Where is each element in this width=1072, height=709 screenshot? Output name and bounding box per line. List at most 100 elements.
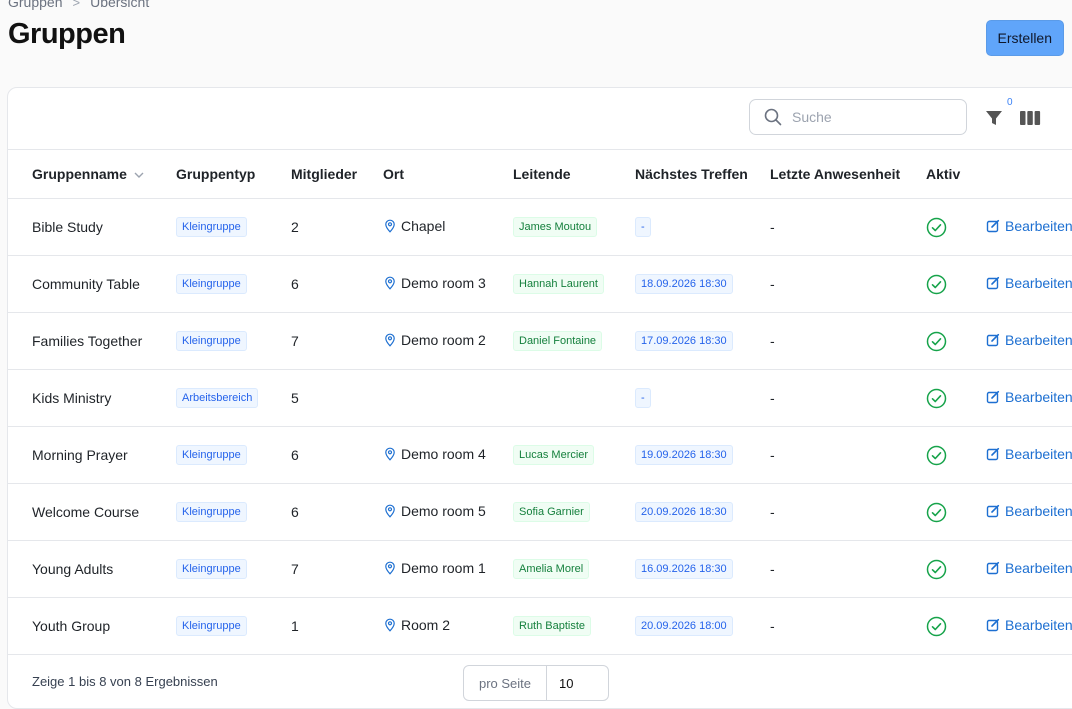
member-count: 1 [291,597,383,655]
group-name[interactable]: Morning Prayer [8,426,176,484]
active-cell [926,540,986,598]
next-meeting-badge: 19.09.2026 18:30 [635,445,733,465]
search-field[interactable] [749,99,967,135]
edit-button[interactable]: Bearbeiten [986,218,1072,234]
breadcrumb-item-overview: Übersicht [90,0,150,10]
column-header-members[interactable]: Mitglieder [291,150,383,199]
group-name[interactable]: Young Adults [8,540,176,598]
location-cell: Demo room 2 [383,312,513,370]
member-count: 7 [291,312,383,370]
groups-table: Gruppenname Gruppentyp Mitglieder Ort Le… [8,150,1072,655]
edit-button[interactable]: Bearbeiten [986,332,1072,348]
last-attendance: - [770,597,926,655]
group-type-cell: Kleingruppe [176,312,291,370]
location-cell: Demo room 5 [383,483,513,541]
leader-badge[interactable]: Sofia Garnier [513,502,590,522]
table-row[interactable]: Morning Prayer Kleingruppe 6 Demo room 4 Luc… [8,426,1072,484]
next-meeting-badge: 20.09.2026 18:00 [635,616,733,636]
column-header-active[interactable]: Aktiv [926,150,986,199]
group-type-badge: Kleingruppe [176,274,247,294]
leader-badge[interactable]: Ruth Baptiste [513,616,592,636]
edit-button[interactable]: Bearbeiten [986,617,1072,633]
chevron-down-icon [134,172,144,179]
column-header-next-meeting[interactable]: Nächstes Treffen [635,150,770,199]
group-name[interactable]: Community Table [8,255,176,313]
group-name[interactable]: Bible Study [8,198,176,256]
edit-label: Bearbeiten [1005,617,1072,633]
member-count: 6 [291,426,383,484]
edit-icon [986,618,1000,632]
column-header-leaders[interactable]: Leitende [513,150,635,199]
actions-cell: Bearbeiten [986,369,1072,427]
active-cell [926,198,986,256]
location-cell: Demo room 1 [383,540,513,598]
leader-badge[interactable]: Amelia Morel [513,559,590,579]
actions-cell: Bearbeiten [986,426,1072,484]
next-meeting-badge: 20.09.2026 18:30 [635,502,733,522]
edit-button[interactable]: Bearbeiten [986,503,1072,519]
edit-icon [986,504,1000,518]
columns-icon[interactable] [1019,108,1041,128]
search-input[interactable] [790,108,954,126]
table-row[interactable]: Kids Ministry Arbeitsbereich 5 - - Bearbeiten [8,369,1072,427]
edit-button[interactable]: Bearbeiten [986,275,1072,291]
leader-cell [513,369,635,427]
leader-badge[interactable]: James Moutou [513,217,598,237]
leader-badge[interactable]: Hannah Laurent [513,274,604,294]
table-row[interactable]: Young Adults Kleingruppe 7 Demo room 1 Ameli… [8,540,1072,598]
page-title: Gruppen [8,18,126,50]
edit-button[interactable]: Bearbeiten [986,560,1072,576]
breadcrumb: Gruppen > Übersicht [8,0,149,10]
column-header-name[interactable]: Gruppenname [8,150,176,199]
table-row[interactable]: Families Together Kleingruppe 7 Demo room 2… [8,312,1072,370]
breadcrumb-item-groups[interactable]: Gruppen [8,0,62,10]
next-meeting-badge: - [635,217,651,237]
edit-label: Bearbeiten [1005,332,1072,348]
edit-label: Bearbeiten [1005,560,1072,576]
last-attendance: - [770,426,926,484]
location-name: Demo room 5 [401,503,486,519]
actions-cell: Bearbeiten [986,255,1072,313]
edit-icon [986,561,1000,575]
active-cell [926,369,986,427]
filter-icon[interactable] [984,108,1004,128]
last-attendance: - [770,369,926,427]
group-type-badge: Kleingruppe [176,217,247,237]
group-name[interactable]: Kids Ministry [8,369,176,427]
edit-label: Bearbeiten [1005,218,1072,234]
edit-button[interactable]: Bearbeiten [986,446,1072,462]
table-row[interactable]: Youth Group Kleingruppe 1 Room 2 Ruth Baptis… [8,597,1072,655]
pagination-summary: Zeige 1 bis 8 von 8 Ergebnissen [32,674,218,689]
search-icon [764,108,782,126]
column-header-location[interactable]: Ort [383,150,513,199]
location-cell: Room 2 [383,597,513,655]
location-pin-icon [385,333,395,347]
group-type-cell: Arbeitsbereich [176,369,291,427]
group-name[interactable]: Families Together [8,312,176,370]
group-type-cell: Kleingruppe [176,255,291,313]
check-circle-icon [926,616,947,636]
leader-badge[interactable]: Lucas Mercier [513,445,595,465]
group-type-badge: Kleingruppe [176,559,247,579]
next-meeting-cell: 16.09.2026 18:30 [635,540,770,598]
column-header-type[interactable]: Gruppentyp [176,150,291,199]
last-attendance: - [770,198,926,256]
edit-button[interactable]: Bearbeiten [986,389,1072,405]
table-row[interactable]: Bible Study Kleingruppe 2 Chapel James Mouto… [8,198,1072,256]
edit-label: Bearbeiten [1005,389,1072,405]
leader-badge[interactable]: Daniel Fontaine [513,331,603,351]
group-name[interactable]: Youth Group [8,597,176,655]
check-circle-icon [926,217,947,237]
filter-count-badge: 0 [1007,97,1013,108]
leader-cell: Hannah Laurent [513,255,635,313]
column-header-last-attendance[interactable]: Letzte Anwesenheit [770,150,926,199]
group-name[interactable]: Welcome Course [8,483,176,541]
table-row[interactable]: Welcome Course Kleingruppe 6 Demo room 5 Sof… [8,483,1072,541]
group-type-badge: Kleingruppe [176,502,247,522]
per-page-select[interactable]: pro Seite 10 [463,665,609,701]
create-button[interactable]: Erstellen [985,20,1064,56]
per-page-value[interactable]: 10 [547,666,608,700]
table-row[interactable]: Community Table Kleingruppe 6 Demo room 3 Ha… [8,255,1072,313]
actions-cell: Bearbeiten [986,540,1072,598]
check-circle-icon [926,502,947,522]
